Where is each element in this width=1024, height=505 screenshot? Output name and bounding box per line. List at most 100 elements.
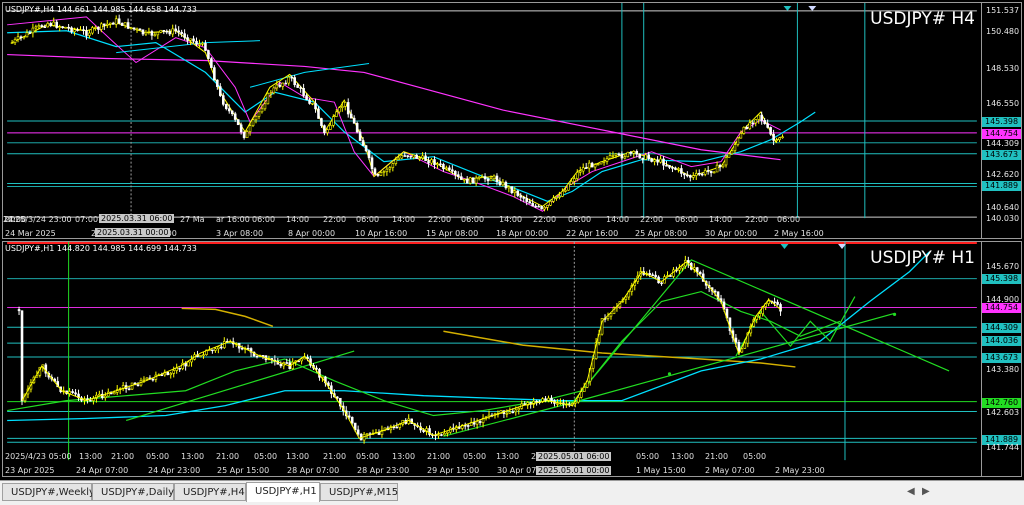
chart-pane-h1[interactable]: USDJPY#,H1 144.820 144.985 144.699 144.7… [2,241,1022,477]
price-axis-label: 140.030 [986,214,1020,223]
h1-candle-body [347,415,351,418]
h1-candle-body [202,354,205,357]
h4-candle-body [144,32,148,35]
h4-candle-body [195,40,198,45]
h4-candle-body [25,32,29,38]
price-axis-label: 146.550 [986,99,1020,108]
h4-candle-body [254,116,258,121]
h1-candle-body [743,342,747,349]
h1-time-label: 05:00 [463,452,487,461]
h1-time-label: 21:00 [216,452,240,461]
h4-candle-body [180,31,183,34]
h4-candle-body [343,102,347,107]
h1-cursor-time-box: 2025.05.01 06:00 [536,452,612,461]
h1-price-axis[interactable]: 145.670 145.398 144.900 144.754 144.309 144.0… [981,242,1021,476]
h1-candle-body [217,346,220,350]
tab-daily[interactable]: USDJPY#,Daily [92,483,174,501]
h4-time-label: 06:00 [568,215,592,224]
h4-candle-body [635,150,639,155]
h4-candle-body [73,29,76,33]
h1-candle-body [175,367,178,371]
tab-h4[interactable]: USDJPY#,H4 [174,483,246,501]
h1-candle-body [517,408,521,411]
h4-candle-body [346,102,350,115]
h4-candle-body [573,178,576,182]
h1-candle-body [681,265,684,269]
chart-pane-h4[interactable]: USDJPY#,H4 144.661 144.985 144.658 144.7… [2,2,1022,239]
h4-candle-body [37,25,41,28]
price-axis-label: 145.398 [982,117,1021,127]
h4-candle-body [76,29,79,32]
price-axis-label: 145.670 [986,262,1020,271]
h4-date-label: 18 Apr 00:00 [496,229,549,238]
h4-candle-body [507,186,511,189]
h1-candle-body [17,309,21,312]
h4-candle-body [680,168,683,174]
h4-candle-body [781,136,784,139]
tab-scroll-left-icon[interactable]: ◀ [907,486,915,497]
h4-candle-body [700,173,704,176]
h4-candle-body [379,172,383,176]
h1-time-label: 13:00 [79,452,103,461]
h4-candle-body [168,31,172,35]
h4-candle-body [358,131,362,141]
h1-candle-body [437,434,440,436]
h4-candle-body [52,21,56,26]
h4-candle-body [34,26,38,29]
h4-candle-body [385,168,389,172]
h1-chart-canvas[interactable] [3,242,981,476]
h1-candle-body [535,400,538,403]
price-axis-label: 144.309 [982,323,1021,333]
price-axis-label: 145.398 [982,274,1021,284]
h4-candle-body [171,28,175,35]
h1-candle-body [544,398,547,401]
h4-candle-body [349,113,353,119]
tab-scroll-right-icon[interactable]: ▶ [922,486,930,497]
h1-candle-body [660,282,663,285]
h4-candle-body [266,93,270,105]
h4-candle-body [120,22,124,26]
h4-date-label: 30 Apr 00:00 [705,229,758,238]
h4-candle-body [483,176,487,180]
h4-candle-body [117,18,121,24]
h4-candle-body [439,163,442,166]
h1-candle-body [285,362,289,364]
h4-candle-body [448,167,451,171]
h4-candle-body [406,155,410,157]
h1-candle-body [104,395,107,398]
h1-time-label: 05:00 [356,452,380,461]
tab-h1[interactable]: USDJPY#,H1 [246,482,320,502]
h4-candle-body [451,169,454,172]
h4-candle-body [665,164,668,167]
h4-chart-canvas[interactable] [3,3,981,238]
h1-candle-body [178,367,181,370]
h1-trendline-a [125,350,355,422]
h4-candle-body [55,21,58,28]
h1-candle-body [300,358,303,362]
h4-candle-body [492,175,496,180]
h4-candle-body [412,154,415,158]
h4-candle-body [656,159,659,163]
h4-candle-body [219,86,222,96]
h4-candle-body [537,205,540,208]
h1-candle-body [609,313,613,317]
h1-candle-body [505,412,509,415]
h4-candle-body [186,37,189,41]
h1-candle-body [395,426,399,429]
h1-candle-body [654,274,657,278]
h1-candle-body [773,301,776,304]
h4-candle-body [587,162,591,169]
h4-price-axis[interactable]: 151.537 150.480 148.530 146.550 145.398 144.7… [981,3,1021,238]
h4-candle-body [138,28,142,31]
tab-m15[interactable]: USDJPY#,M15 [320,483,398,501]
tab-weekly[interactable]: USDJPY#,Weekly [2,483,95,501]
h4-date-label: 24 Mar 2025 [5,229,56,238]
h4-candle-body [778,137,781,141]
h4-time-label: 07:00 [75,215,99,224]
h4-candle-body [513,190,517,194]
h4-candle-body [433,159,436,166]
h4-date-label: 15 Apr 08:00 [426,229,479,238]
h4-candle-body [227,108,231,112]
h4-candle-body [748,122,752,129]
h4-date-label: 25 Apr 08:00 [635,229,688,238]
